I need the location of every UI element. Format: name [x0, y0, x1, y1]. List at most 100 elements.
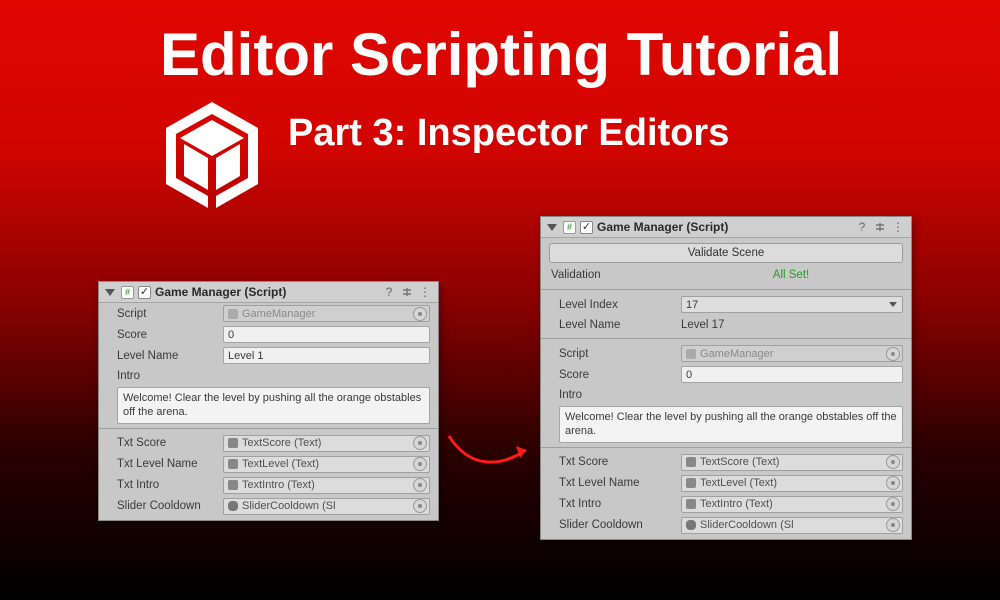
unity-logo-icon — [148, 96, 276, 229]
score-field[interactable]: 0 — [681, 366, 903, 383]
divider — [541, 447, 911, 448]
foldout-icon[interactable] — [547, 224, 557, 231]
inspector-panel-after: # ✓ Game Manager (Script) ? ⋮ Validate S… — [540, 216, 912, 540]
csharp-asset-icon — [686, 349, 696, 359]
intro-label-row: Intro — [99, 366, 438, 385]
slider-row: Slider Cooldown SliderCooldown (Sl — [541, 515, 911, 539]
txt-intro-label: Txt Intro — [559, 498, 681, 510]
score-label: Score — [117, 329, 223, 341]
txt-intro-reference[interactable]: TextIntro (Text) — [681, 496, 903, 513]
intro-textarea[interactable]: Welcome! Clear the level by pushing all … — [117, 387, 430, 424]
object-picker-icon — [413, 307, 427, 321]
context-menu-icon[interactable]: ⋮ — [418, 285, 432, 299]
txt-score-row: Txt Score TextScore (Text) — [99, 433, 438, 454]
preset-icon[interactable] — [400, 285, 414, 299]
foldout-icon[interactable] — [105, 289, 115, 296]
script-icon: # — [121, 286, 134, 299]
score-field[interactable]: 0 — [223, 326, 430, 343]
component-header[interactable]: # ✓ Game Manager (Script) ? ⋮ — [541, 217, 911, 238]
level-index-dropdown[interactable]: 17 — [681, 296, 903, 313]
transition-arrow-icon — [444, 428, 540, 481]
enable-checkbox[interactable]: ✓ — [580, 221, 593, 234]
chevron-down-icon — [889, 302, 897, 307]
object-picker-icon[interactable] — [413, 478, 427, 492]
slider-component-icon — [228, 501, 238, 511]
score-row: Score 0 — [541, 364, 911, 385]
text-component-icon — [686, 478, 696, 488]
txt-score-reference[interactable]: TextScore (Text) — [223, 435, 430, 452]
txt-intro-row: Txt Intro TextIntro (Text) — [99, 475, 438, 496]
txt-score-row: Txt Score TextScore (Text) — [541, 452, 911, 473]
hero-title: Editor Scripting Tutorial — [160, 20, 842, 89]
score-row: Score 0 — [99, 324, 438, 345]
txt-level-row: Txt Level Name TextLevel (Text) — [541, 473, 911, 494]
csharp-asset-icon — [228, 309, 238, 319]
component-title: Game Manager (Script) — [597, 220, 728, 234]
help-icon[interactable]: ? — [855, 220, 869, 234]
text-component-icon — [686, 457, 696, 467]
slider-reference[interactable]: SliderCooldown (Sl — [681, 517, 903, 534]
component-title: Game Manager (Script) — [155, 285, 286, 299]
txt-level-label: Txt Level Name — [559, 477, 681, 489]
object-picker-icon[interactable] — [413, 436, 427, 450]
score-label: Score — [559, 369, 681, 381]
txt-intro-reference[interactable]: TextIntro (Text) — [223, 477, 430, 494]
object-picker-icon — [886, 347, 900, 361]
intro-label-row: Intro — [541, 385, 911, 404]
txt-level-reference[interactable]: TextLevel (Text) — [681, 475, 903, 492]
txt-intro-label: Txt Intro — [117, 479, 223, 491]
preset-icon[interactable] — [873, 220, 887, 234]
text-component-icon — [228, 480, 238, 490]
txt-level-label: Txt Level Name — [117, 458, 223, 470]
script-label: Script — [117, 308, 223, 320]
text-component-icon — [228, 438, 238, 448]
help-icon[interactable]: ? — [382, 285, 396, 299]
inspector-panel-before: # ✓ Game Manager (Script) ? ⋮ Script Gam… — [98, 281, 439, 521]
validation-status-row: Validation All Set! — [541, 267, 911, 285]
script-reference: GameManager — [223, 305, 430, 322]
validation-status: All Set! — [679, 269, 903, 281]
level-name-label: Level Name — [117, 350, 223, 362]
script-label: Script — [559, 348, 681, 360]
level-name-label: Level Name — [559, 319, 681, 331]
slider-component-icon — [686, 520, 696, 530]
script-icon: # — [563, 221, 576, 234]
divider — [541, 289, 911, 290]
object-picker-icon[interactable] — [413, 499, 427, 513]
validation-label: Validation — [551, 269, 679, 281]
object-picker-icon[interactable] — [886, 476, 900, 490]
slider-reference[interactable]: SliderCooldown (Sl — [223, 498, 430, 515]
text-component-icon — [228, 459, 238, 469]
txt-score-label: Txt Score — [117, 437, 223, 449]
txt-level-row: Txt Level Name TextLevel (Text) — [99, 454, 438, 475]
object-picker-icon[interactable] — [413, 457, 427, 471]
txt-score-reference[interactable]: TextScore (Text) — [681, 454, 903, 471]
level-index-label: Level Index — [559, 299, 681, 311]
component-header[interactable]: # ✓ Game Manager (Script) ? ⋮ — [99, 282, 438, 303]
level-name-row: Level Name Level 17 — [541, 315, 911, 334]
enable-checkbox[interactable]: ✓ — [138, 286, 151, 299]
level-name-readonly: Level 17 — [681, 319, 903, 331]
object-picker-icon[interactable] — [886, 497, 900, 511]
context-menu-icon[interactable]: ⋮ — [891, 220, 905, 234]
divider — [541, 338, 911, 339]
script-reference: GameManager — [681, 345, 903, 362]
intro-label: Intro — [117, 370, 223, 382]
script-row: Script GameManager — [541, 343, 911, 364]
intro-textarea[interactable]: Welcome! Clear the level by pushing all … — [559, 406, 903, 443]
level-name-field[interactable]: Level 1 — [223, 347, 430, 364]
slider-label: Slider Cooldown — [559, 519, 681, 531]
validate-scene-button[interactable]: Validate Scene — [549, 243, 903, 263]
object-picker-icon[interactable] — [886, 455, 900, 469]
script-row: Script GameManager — [99, 303, 438, 324]
txt-intro-row: Txt Intro TextIntro (Text) — [541, 494, 911, 515]
hero-subtitle: Part 3: Inspector Editors — [288, 112, 729, 155]
txt-score-label: Txt Score — [559, 456, 681, 468]
level-index-row: Level Index 17 — [541, 294, 911, 315]
slider-row: Slider Cooldown SliderCooldown (Sl — [99, 496, 438, 520]
object-picker-icon[interactable] — [886, 518, 900, 532]
slider-label: Slider Cooldown — [117, 500, 223, 512]
intro-label: Intro — [559, 389, 681, 401]
txt-level-reference[interactable]: TextLevel (Text) — [223, 456, 430, 473]
divider — [99, 428, 438, 429]
